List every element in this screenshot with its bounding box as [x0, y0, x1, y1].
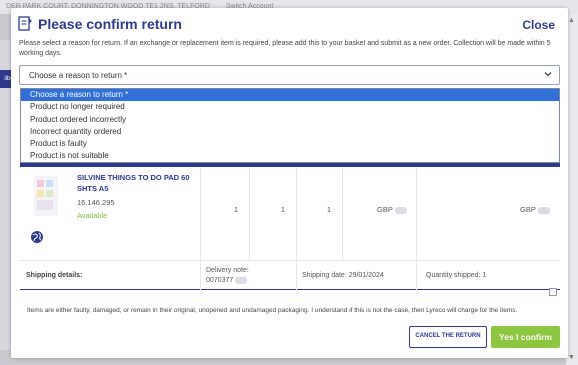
reason-option-faulty[interactable]: Product is faulty [21, 138, 559, 150]
column-divider [200, 261, 201, 291]
redacted-value [537, 206, 550, 214]
modal-title: Please confirm return [38, 16, 182, 32]
return-document-icon [18, 16, 32, 31]
reason-option-not-suitable[interactable]: Product is not suitable [21, 150, 559, 162]
reason-option-choose[interactable]: Choose a reason to return * [21, 89, 559, 102]
globe-icon [31, 231, 43, 243]
return-reason-value: Choose a reason to return * [29, 71, 128, 80]
quantity-shipped-detail: Quantity shipped: 1 [426, 272, 487, 279]
column-divider [200, 168, 201, 260]
delivery-note: Delivery note: 0070377 [206, 266, 249, 286]
product-code: 16.146.295 [77, 198, 115, 207]
column-divider [296, 168, 297, 260]
return-instructions: Please select a reason for return. If an… [19, 40, 551, 57]
close-button[interactable]: Close [522, 18, 555, 32]
total-price: GBP [520, 205, 550, 214]
modal-header: Please confirm return Close [18, 16, 558, 34]
return-reason-select[interactable]: Choose a reason to return * [19, 65, 560, 85]
scroll-up-icon[interactable]: ▲ [568, 17, 575, 24]
total-price-currency: GBP [520, 205, 536, 214]
column-divider [416, 261, 417, 291]
delivery-note-value: 0070377 [206, 277, 234, 284]
cancel-return-button[interactable]: CANCEL THE RETURN [409, 326, 487, 348]
redacted-value [235, 276, 248, 284]
shipping-details-row: Shipping details: Delivery note: 0070377… [20, 260, 560, 291]
return-modal: Please confirm return Close Please selec… [11, 8, 568, 358]
table-header-strip [20, 163, 560, 167]
shipping-date: Shipping date: 29/01/2024 [302, 272, 384, 279]
unit-price-currency: GBP [377, 205, 393, 214]
confirm-return-button[interactable]: Yes I confirm [491, 326, 560, 348]
reason-option-incorrect-quantity[interactable]: Incorrect quantity ordered [21, 126, 559, 138]
return-disclaimer: Items are either faulty, damaged, or rem… [27, 307, 518, 314]
column-divider [296, 261, 297, 291]
shipping-details-label: Shipping details: [26, 272, 83, 279]
delivery-note-label: Delivery note: [206, 267, 249, 274]
reason-option-ordered-incorrectly[interactable]: Product ordered incorrectly [21, 114, 559, 126]
scroll-down-icon[interactable]: ▼ [568, 354, 575, 361]
redacted-value [394, 206, 407, 214]
return-reason-options: Choose a reason to return * Product no l… [20, 88, 560, 163]
delivery-note-value-line: 0070377 [206, 276, 249, 286]
chevron-down-icon [544, 72, 552, 77]
column-divider [342, 168, 343, 260]
quantity-shipped: 1 [280, 205, 286, 214]
product-availability: Available [77, 211, 108, 220]
quantity-to-return: 1 [326, 205, 332, 214]
agree-checkbox[interactable] [549, 288, 557, 296]
reason-option-no-longer-required[interactable]: Product no longer required [21, 101, 559, 113]
column-divider [416, 168, 417, 260]
quantity-ordered: 1 [233, 205, 239, 214]
product-name[interactable]: SILVINE THINGS TO DO PAD 60 SHTS A5 [77, 172, 197, 194]
unit-price: GBP [377, 205, 407, 214]
column-divider [249, 168, 250, 260]
product-thumbnail [34, 176, 58, 216]
product-row: SILVINE THINGS TO DO PAD 60 SHTS A5 16.1… [20, 168, 560, 260]
